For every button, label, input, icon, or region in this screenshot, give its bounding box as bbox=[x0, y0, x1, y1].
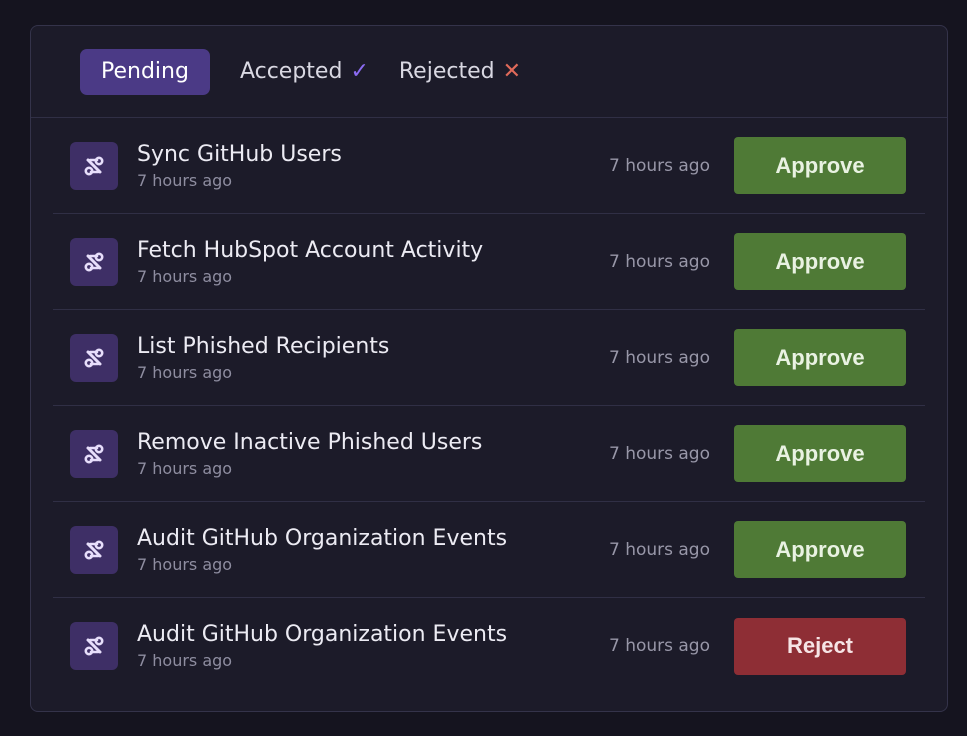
item-title: List Phished Recipients bbox=[137, 333, 390, 359]
item-timestamp: 7 hours ago bbox=[608, 155, 710, 176]
workflow-icon bbox=[70, 333, 118, 382]
workflow-icon bbox=[70, 622, 118, 670]
approve-button[interactable]: Approve bbox=[734, 329, 906, 386]
item-title: Audit GitHub Organization Events bbox=[137, 525, 508, 551]
workflow-icon bbox=[70, 141, 118, 190]
item-timestamp: 7 hours ago bbox=[608, 251, 710, 272]
item-subtitle: 7 hours ago bbox=[137, 458, 233, 478]
item-timestamp: 7 hours ago bbox=[608, 443, 710, 464]
item-subtitle: 7 hours ago bbox=[137, 651, 233, 670]
approve-button[interactable]: Approve bbox=[734, 521, 906, 578]
item-timestamp: 7 hours ago bbox=[608, 539, 710, 560]
requests-panel: Pending Accepted ✓ Rejected ✕ Sync GitHu… bbox=[30, 25, 948, 712]
row-text: Fetch HubSpot Account Activity 7 hours ag… bbox=[137, 237, 609, 287]
item-timestamp: 7 hours ago bbox=[608, 347, 710, 368]
row-text: Remove Inactive Phished Users 7 hours ago bbox=[137, 429, 609, 479]
tab-pending-label: Pending bbox=[101, 59, 189, 84]
reject-button[interactable]: Reject bbox=[734, 617, 906, 675]
item-title: Sync GitHub Users bbox=[137, 141, 342, 167]
item-title: Audit GitHub Organization Events bbox=[137, 622, 508, 647]
item-subtitle: 7 hours ago bbox=[137, 266, 233, 286]
checkmark-icon: ✓ bbox=[350, 59, 369, 84]
item-title: Fetch HubSpot Account Activity bbox=[137, 237, 484, 263]
item-subtitle: 7 hours ago bbox=[137, 554, 233, 574]
row-text: Sync GitHub Users 7 hours ago bbox=[137, 141, 609, 191]
workflow-icon bbox=[70, 525, 118, 574]
tab-accepted-label: Accepted bbox=[239, 59, 343, 84]
x-mark-icon: ✕ bbox=[502, 59, 522, 84]
list-item: Audit GitHub Organization Events 7 hours … bbox=[53, 502, 925, 598]
approve-button[interactable]: Approve bbox=[734, 425, 906, 482]
status-tabs: Pending Accepted ✓ Rejected ✕ bbox=[31, 26, 947, 118]
row-text: Audit GitHub Organization Events 7 hours … bbox=[137, 525, 609, 575]
tab-pending[interactable]: Pending bbox=[80, 48, 210, 95]
row-text: Audit GitHub Organization Events 7 hours … bbox=[137, 621, 609, 671]
list-item: List Phished Recipients 7 hours ago 7 hour… bbox=[53, 310, 925, 406]
item-title: Remove Inactive Phished Users bbox=[137, 429, 483, 455]
tab-rejected-label: Rejected bbox=[398, 59, 495, 84]
item-subtitle: 7 hours ago bbox=[137, 362, 233, 382]
list-item: Audit GitHub Organization Events 7 hours … bbox=[53, 598, 925, 694]
workflow-icon bbox=[70, 237, 118, 286]
workflow-icon bbox=[70, 429, 118, 478]
row-text: List Phished Recipients 7 hours ago bbox=[137, 333, 609, 383]
item-subtitle: 7 hours ago bbox=[137, 170, 233, 190]
list-item: Fetch HubSpot Account Activity 7 hours ag… bbox=[53, 214, 925, 310]
tab-accepted[interactable]: Accepted ✓ bbox=[240, 49, 369, 95]
item-timestamp: 7 hours ago bbox=[608, 636, 710, 656]
approve-button[interactable]: Approve bbox=[734, 233, 906, 290]
list-item: Remove Inactive Phished Users 7 hours ago… bbox=[53, 406, 925, 502]
list-item: Sync GitHub Users 7 hours ago 7 hours ago A… bbox=[53, 118, 925, 214]
request-list: Sync GitHub Users 7 hours ago 7 hours ago A… bbox=[31, 118, 947, 694]
approve-button[interactable]: Approve bbox=[734, 137, 906, 194]
tab-rejected[interactable]: Rejected ✕ bbox=[399, 49, 521, 95]
